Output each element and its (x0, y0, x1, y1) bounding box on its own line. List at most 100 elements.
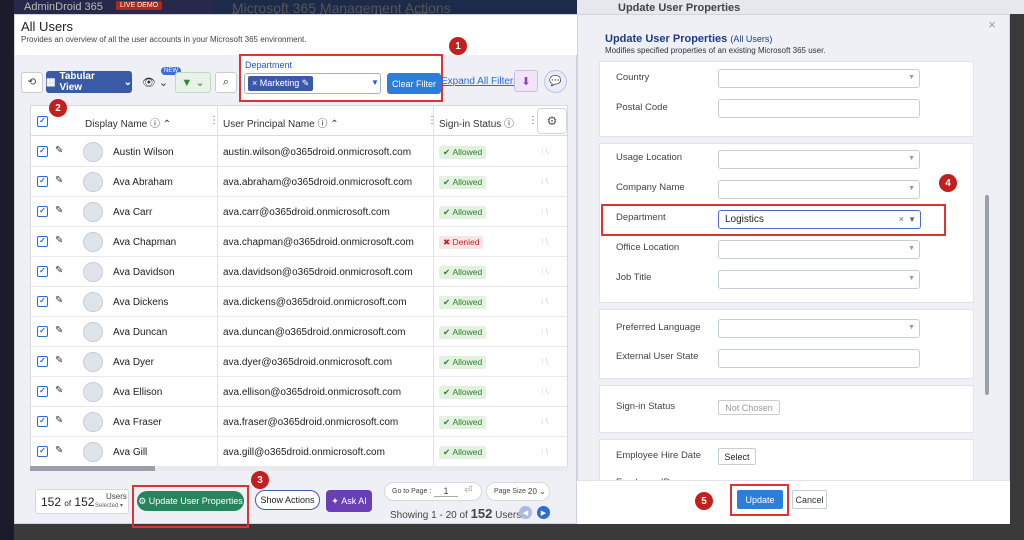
cancel-button[interactable]: Cancel (792, 490, 827, 509)
department-filter-label: Department (245, 60, 293, 70)
edit-icon[interactable]: ✎ (55, 175, 63, 186)
page-size-value[interactable]: 20 ⌄ (528, 487, 546, 496)
goto-input[interactable]: 1 (434, 486, 458, 497)
edit-icon[interactable]: ✎ (55, 205, 63, 216)
table-row[interactable]: ✓ ✎ Ava Gill ava.gill@o365droid.onmicrosoft… (31, 437, 567, 467)
table-row[interactable]: ✓ ✎ Ava Abraham ava.abraham@o365droid.onmic… (31, 167, 567, 197)
country-select[interactable]: ▼ (718, 69, 920, 88)
select-all-checkbox[interactable]: ✓ (37, 116, 48, 127)
department-value: Logistics (725, 214, 764, 225)
department-chip[interactable]: × Marketing ✎ (248, 76, 314, 91)
row-checkbox[interactable]: ✓ (37, 236, 48, 247)
user-display-name[interactable]: Ava Ellison (113, 387, 162, 398)
caret-down-icon[interactable]: ▼ (908, 211, 916, 228)
user-display-name[interactable]: Austin Wilson (113, 147, 174, 158)
hire-date-select-button[interactable]: Select (718, 448, 756, 465)
edit-icon[interactable]: ✎ (55, 265, 63, 276)
signin-status-toggle[interactable]: Not Chosen (718, 400, 780, 415)
row-checkbox[interactable]: ✓ (37, 446, 48, 457)
next-page-button[interactable]: ▶ (537, 506, 550, 519)
edit-icon[interactable]: ✎ (55, 445, 63, 456)
table-row[interactable]: ✓ ✎ Ava Chapman ava.chapman@o365droid.onmic… (31, 227, 567, 257)
user-display-name[interactable]: Ava Dyer (113, 357, 154, 368)
user-display-name[interactable]: Ava Fraser (113, 417, 162, 428)
chevron-down-icon: ⌄ (123, 76, 132, 88)
scrollbar-thumb[interactable] (30, 466, 155, 471)
clear-filter-button[interactable]: Clear Filter (387, 73, 441, 94)
selected-count-box[interactable]: 152 of 152 Users Selected ▾ (35, 489, 129, 514)
office-location-select[interactable]: ▼ (718, 240, 920, 259)
department-select[interactable]: Logistics × ▼ (718, 210, 921, 229)
edit-icon[interactable]: ✎ (55, 325, 63, 336)
edit-icon[interactable]: ✎ (55, 355, 63, 366)
table-settings-icon[interactable]: ⚙ (537, 108, 567, 134)
ask-ai-button[interactable]: ✦ Ask AI (326, 490, 372, 512)
go-to-page[interactable]: Go to Page : 1 ⏎ (384, 482, 482, 501)
user-display-name[interactable]: Ava Duncan (113, 327, 167, 338)
search-button[interactable]: ⌕ (215, 72, 237, 93)
background-sidebar (0, 0, 14, 540)
table-row[interactable]: ✓ ✎ Ava Davidson ava.davidson@o365droid.onm… (31, 257, 567, 287)
job-title-select[interactable]: ▼ (718, 270, 920, 289)
column-visibility-button[interactable]: 👁 ⌄ (139, 72, 171, 93)
table-row[interactable]: ✓ ✎ Austin Wilson austin.wilson@o365droid.o… (31, 137, 567, 167)
update-user-properties-button[interactable]: ⚙ Update User Properties (137, 491, 244, 511)
column-signin-status[interactable]: Sign-in Status ⓘ (439, 115, 514, 130)
table-row[interactable]: ✓ ✎ Ava Duncan ava.duncan@o365droid.onmicro… (31, 317, 567, 347)
filter-button[interactable]: ▼ ⌄ (175, 72, 211, 93)
row-checkbox[interactable]: ✓ (37, 416, 48, 427)
prev-page-button[interactable]: ◀ (519, 506, 532, 519)
export-button[interactable]: ⬇ (514, 70, 538, 92)
postal-code-input[interactable] (718, 99, 920, 118)
close-icon[interactable]: × (985, 18, 999, 32)
refresh-button[interactable]: ⟲ (21, 72, 43, 93)
signin-status-badge: ✔ Allowed (439, 356, 487, 369)
department-filter-select[interactable]: × Marketing ✎ ▼ (244, 73, 381, 94)
user-display-name[interactable]: Ava Abraham (113, 177, 173, 188)
column-upn[interactable]: User Principal Name ⓘ ⌃ (223, 115, 339, 130)
row-checkbox[interactable]: ✓ (37, 146, 48, 157)
edit-icon[interactable]: ✎ (55, 415, 63, 426)
caret-down-icon[interactable]: ▼ (371, 78, 379, 87)
user-principal-name: ava.fraser@o365droid.onmicrosoft.com (223, 417, 399, 428)
table-row[interactable]: ✓ ✎ Ava Carr ava.carr@o365droid.onmicrosoft… (31, 197, 567, 227)
user-display-name[interactable]: Ava Davidson (113, 267, 175, 278)
user-display-name[interactable]: Ava Chapman (113, 237, 176, 248)
table-row[interactable]: ✓ ✎ Ava Dickens ava.dickens@o365droid.onmic… (31, 287, 567, 317)
column-menu-icon[interactable]: ⋮ (427, 115, 437, 126)
row-checkbox[interactable]: ✓ (37, 356, 48, 367)
row-checkbox[interactable]: ✓ (37, 326, 48, 337)
table-row[interactable]: ✓ ✎ Ava Ellison ava.ellison@o365droid.onmic… (31, 377, 567, 407)
preferred-language-select[interactable]: ▼ (718, 319, 920, 338)
show-actions-button[interactable]: Show Actions (255, 490, 320, 510)
row-checkbox[interactable]: ✓ (37, 386, 48, 397)
edit-icon[interactable]: ✎ (55, 235, 63, 246)
row-checkbox[interactable]: ✓ (37, 266, 48, 277)
tabular-view-button[interactable]: ▦ Tabular View ⌄ (46, 71, 132, 93)
external-user-state-input[interactable] (718, 349, 920, 368)
horizontal-scrollbar[interactable] (30, 466, 568, 471)
enter-icon[interactable]: ⏎ (464, 485, 472, 496)
row-checkbox[interactable]: ✓ (37, 206, 48, 217)
panel-scrollbar[interactable] (985, 195, 989, 395)
column-display-name[interactable]: Display Name ⓘ ⌃ (85, 115, 171, 130)
usage-location-select[interactable]: ▼ (718, 150, 920, 169)
update-button[interactable]: Update (737, 490, 783, 509)
edit-icon[interactable]: ✎ (55, 385, 63, 396)
row-checkbox[interactable]: ✓ (37, 176, 48, 187)
row-overflow: ⁝ \ (541, 147, 548, 156)
clear-icon[interactable]: × (899, 211, 904, 228)
table-row[interactable]: ✓ ✎ Ava Dyer ava.dyer@o365droid.onmicrosoft… (31, 347, 567, 377)
table-row[interactable]: ✓ ✎ Ava Fraser ava.fraser@o365droid.onmicro… (31, 407, 567, 437)
page-size[interactable]: Page Size : 20 ⌄ (486, 482, 550, 501)
company-name-select[interactable]: ▼ (718, 180, 920, 199)
user-display-name[interactable]: Ava Dickens (113, 297, 168, 308)
chat-button[interactable]: 💬 (544, 70, 567, 93)
edit-icon[interactable]: ✎ (55, 295, 63, 306)
row-checkbox[interactable]: ✓ (37, 296, 48, 307)
user-principal-name: ava.chapman@o365droid.onmicrosoft.com (223, 237, 414, 248)
expand-all-filters-link[interactable]: Expand All Filters (441, 76, 518, 87)
user-display-name[interactable]: Ava Gill (113, 447, 147, 458)
user-display-name[interactable]: Ava Carr (113, 207, 152, 218)
edit-icon[interactable]: ✎ (55, 145, 63, 156)
